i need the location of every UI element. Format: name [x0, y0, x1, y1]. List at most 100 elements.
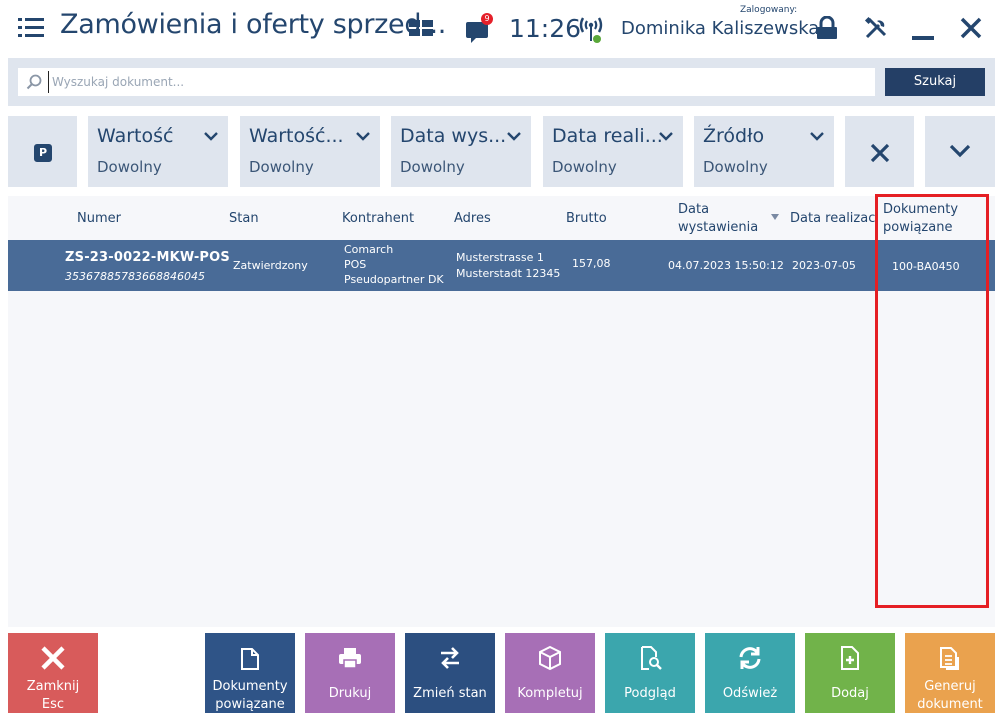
add-button[interactable]: Dodaj	[805, 633, 895, 713]
label-line: dokument	[917, 697, 983, 712]
print-button[interactable]: Drukuj	[305, 633, 395, 713]
realization-date: 2023-07-05	[792, 259, 856, 272]
column-header-label: wystawienia	[678, 220, 759, 235]
column-header-state[interactable]: Stan	[229, 210, 259, 228]
filter-value-text: Dowolny	[97, 158, 162, 176]
filter-value-text: Dowolny	[400, 158, 465, 176]
chevron-down-icon	[659, 132, 673, 141]
document-search-icon	[641, 646, 662, 670]
filter-value[interactable]: Wartość Dowolny	[88, 116, 228, 187]
filter-title: Źródło	[703, 125, 765, 147]
user-name: Dominika Kaliszewska	[621, 18, 820, 39]
column-header-label: Data	[678, 202, 710, 217]
window-title: Zamówienia i oferty sprzed...	[60, 9, 447, 40]
hamburger-menu-icon[interactable]	[18, 18, 44, 38]
tools-icon[interactable]	[864, 16, 888, 40]
complete-label: Kompletuj	[517, 686, 583, 701]
messages-icon[interactable]: 9	[466, 13, 493, 43]
address-line: Musterstadt 12345	[456, 267, 561, 280]
filter-source[interactable]: Źródło Dowolny	[694, 116, 834, 187]
issue-date: 04.07.2023 15:50:12	[668, 259, 784, 272]
change-state-button[interactable]: Zmień stan	[405, 633, 495, 713]
document-number: ZS-23-0022-MKW-POS	[65, 250, 230, 265]
address: Musterstrasse 1 Musterstadt 12345	[456, 250, 560, 282]
gross-value: 157,08	[572, 257, 611, 270]
column-header-number[interactable]: Numer	[77, 210, 121, 228]
chevron-down-icon	[810, 132, 824, 141]
refresh-label: Odśwież	[722, 686, 778, 701]
column-header-issue-date[interactable]: Data wystawienia	[678, 201, 758, 237]
filter-value-text: Dowolny	[249, 158, 314, 176]
address-line: Musterstrasse 1	[456, 251, 544, 264]
close-icon	[41, 646, 65, 670]
label-line: Esc	[41, 697, 65, 712]
box-icon	[539, 645, 561, 671]
sort-descending-icon	[771, 214, 779, 220]
column-header-realization-date[interactable]: Data realizacji	[790, 210, 876, 228]
chevron-down-icon	[507, 132, 521, 141]
logged-in-label: Zalogowany:	[740, 5, 798, 15]
parking-filter-button[interactable]: P	[8, 116, 77, 187]
tiles-view-icon[interactable]	[409, 20, 434, 37]
search-bar: Szukaj	[8, 58, 995, 106]
customer-line: POS	[344, 258, 367, 271]
filter-title: Wartość	[97, 125, 174, 147]
close-button-label: Zamknij Esc	[8, 678, 98, 714]
filter-value-text: Dowolny	[703, 158, 768, 176]
column-header-gross[interactable]: Brutto	[566, 210, 607, 228]
refresh-button[interactable]: Odśwież	[705, 633, 795, 713]
printer-icon	[339, 648, 361, 669]
customer-line: Pseudopartner DK	[344, 273, 444, 286]
column-header-customer[interactable]: Kontrahent	[342, 210, 414, 228]
close-button[interactable]: Zamknij Esc	[8, 633, 98, 713]
customer-name: Comarch POS Pseudopartner DK	[344, 242, 444, 287]
column-header-address[interactable]: Adres	[454, 210, 491, 228]
related-documents-label: Dokumenty powiązane	[205, 678, 295, 714]
swap-arrows-icon	[441, 647, 459, 669]
highlight-annotation-box	[875, 194, 989, 608]
refresh-icon	[739, 647, 761, 669]
search-button[interactable]: Szukaj	[885, 68, 985, 96]
documents-icon	[241, 648, 259, 670]
label-line: powiązane	[215, 697, 285, 712]
complete-button[interactable]: Kompletuj	[505, 633, 595, 713]
clock: 11:26	[509, 14, 582, 43]
documents-table: Numer Stan Kontrahent Adres Brutto Data …	[8, 196, 995, 627]
filter-value-text: Dowolny	[552, 158, 617, 176]
clear-filters-button[interactable]	[845, 116, 914, 187]
preview-label: Podgląd	[624, 686, 676, 701]
lock-icon[interactable]	[816, 16, 838, 40]
chevron-down-icon	[204, 132, 218, 141]
generate-document-button[interactable]: Generuj dokument	[905, 633, 995, 713]
label-line: Dokumenty	[212, 679, 288, 694]
filter-title: Data wys...	[400, 125, 507, 147]
related-documents-button[interactable]: Dokumenty powiązane	[205, 633, 295, 713]
search-field[interactable]	[18, 68, 875, 96]
filter-title: Data reali...	[552, 125, 663, 147]
close-window-icon[interactable]	[960, 17, 982, 39]
label-line: Generuj	[924, 679, 976, 694]
filter-title: Wartość...	[249, 125, 344, 147]
document-state: Zatwierdzony	[233, 259, 308, 272]
table-header: Numer Stan Kontrahent Adres Brutto Data …	[8, 196, 995, 240]
chevron-down-icon	[356, 132, 370, 141]
expand-filters-button[interactable]	[925, 116, 995, 187]
minimize-icon[interactable]	[912, 36, 934, 40]
add-document-icon	[841, 646, 859, 670]
chevron-down-icon	[949, 144, 971, 158]
print-label: Drukuj	[328, 686, 372, 701]
parking-icon: P	[34, 144, 52, 162]
search-input[interactable]	[48, 71, 848, 93]
close-icon	[870, 143, 890, 163]
filter-value-2[interactable]: Wartość... Dowolny	[240, 116, 380, 187]
notification-count-badge: 9	[481, 13, 493, 25]
table-row[interactable]: ZS-23-0022-MKW-POS 3536788578366884604​5…	[8, 240, 995, 291]
preview-button[interactable]: Podgląd	[605, 633, 695, 713]
filter-realization-date[interactable]: Data reali... Dowolny	[543, 116, 683, 187]
generate-document-icon	[940, 647, 959, 670]
change-state-label: Zmień stan	[413, 686, 487, 701]
add-label: Dodaj	[831, 686, 869, 701]
label-line: Zamknij	[26, 679, 80, 694]
generate-document-label: Generuj dokument	[905, 678, 995, 714]
filter-issue-date[interactable]: Data wys... Dowolny	[391, 116, 531, 187]
